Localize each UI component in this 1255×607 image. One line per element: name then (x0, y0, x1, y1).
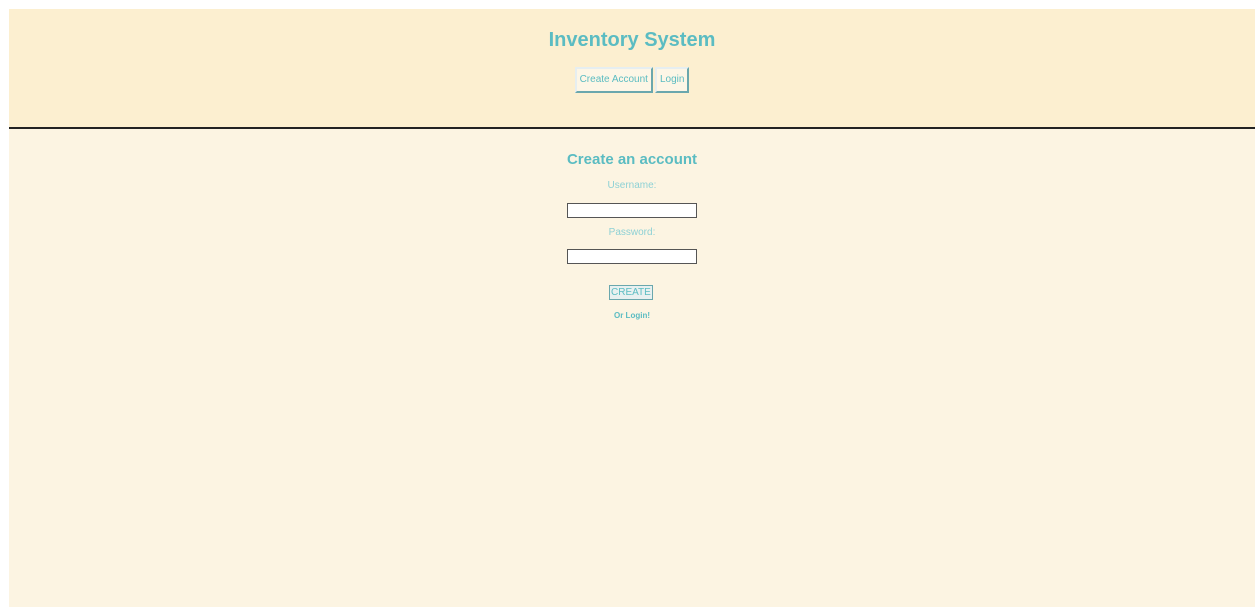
password-label: Password: (608, 227, 656, 238)
page: Inventory System Create Account Login Cr… (9, 9, 1255, 607)
login-nav-button[interactable]: Login (654, 67, 690, 93)
top-nav: Create Account Login (9, 67, 1255, 93)
create-button[interactable]: CREATE (609, 285, 653, 300)
password-input[interactable] (567, 249, 697, 264)
create-account-nav-button[interactable]: Create Account (574, 67, 653, 93)
site-title: Inventory System (548, 29, 716, 51)
login-link[interactable]: Or Login! (9, 311, 1255, 320)
form-title: Create an account (566, 151, 698, 168)
username-label: Username: (607, 180, 657, 191)
username-input[interactable] (567, 203, 697, 218)
site-header: Inventory System Create Account Login (9, 9, 1255, 129)
